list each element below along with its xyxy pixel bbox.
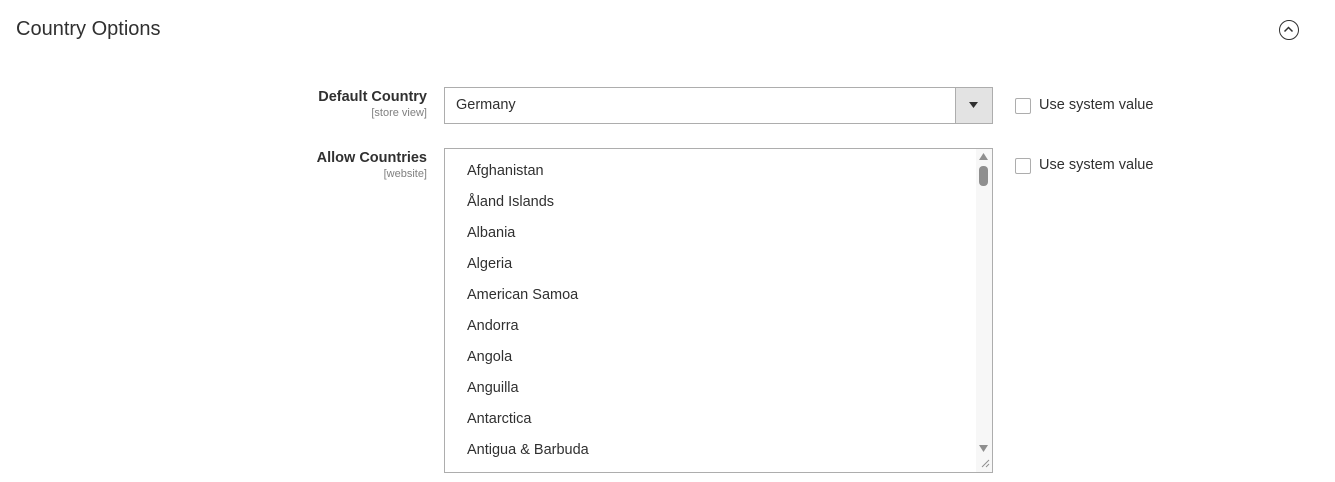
country-option[interactable]: Åland Islands bbox=[467, 194, 554, 210]
allow-countries-name: Allow Countries bbox=[316, 150, 427, 166]
default-country-scope: [store view] bbox=[371, 107, 427, 119]
country-option[interactable]: Antarctica bbox=[467, 411, 531, 427]
country-option[interactable]: Antigua & Barbuda bbox=[467, 442, 589, 458]
default-country-use-system-checkbox[interactable] bbox=[1015, 98, 1031, 114]
scroll-up-arrow-icon[interactable] bbox=[979, 153, 988, 160]
section-title: Country Options bbox=[16, 18, 161, 40]
allow-countries-label: Allow Countries [website] bbox=[127, 149, 427, 181]
country-option[interactable]: Afghanistan bbox=[467, 163, 544, 179]
country-option[interactable]: Angola bbox=[467, 349, 512, 365]
default-country-use-system-label: Use system value bbox=[1039, 97, 1154, 113]
triangle-down-icon bbox=[969, 102, 978, 108]
collapse-button[interactable] bbox=[1279, 20, 1299, 40]
dropdown-toggle[interactable] bbox=[955, 88, 992, 123]
default-country-label: Default Country [store view] bbox=[127, 88, 427, 120]
scroll-down-arrow-icon[interactable] bbox=[979, 445, 988, 452]
allow-countries-use-system-label: Use system value bbox=[1039, 157, 1154, 173]
country-option[interactable]: Anguilla bbox=[467, 380, 519, 396]
country-option[interactable]: Albania bbox=[467, 225, 515, 241]
allow-countries-multiselect[interactable]: Afghanistan Åland Islands Albania Algeri… bbox=[444, 148, 993, 473]
allow-countries-use-system-checkbox[interactable] bbox=[1015, 158, 1031, 174]
allow-countries-scope: [website] bbox=[383, 168, 427, 180]
default-country-value: Germany bbox=[456, 97, 516, 113]
country-option[interactable]: Andorra bbox=[467, 318, 519, 334]
country-option[interactable]: American Samoa bbox=[467, 287, 578, 303]
country-option[interactable]: Algeria bbox=[467, 256, 512, 272]
scrollbar[interactable] bbox=[976, 149, 992, 472]
scrollbar-thumb[interactable] bbox=[979, 166, 988, 186]
default-country-select[interactable]: Germany bbox=[444, 87, 993, 124]
resize-grip-icon[interactable] bbox=[980, 458, 990, 468]
chevron-up-icon bbox=[1283, 26, 1294, 33]
default-country-name: Default Country bbox=[318, 89, 427, 105]
